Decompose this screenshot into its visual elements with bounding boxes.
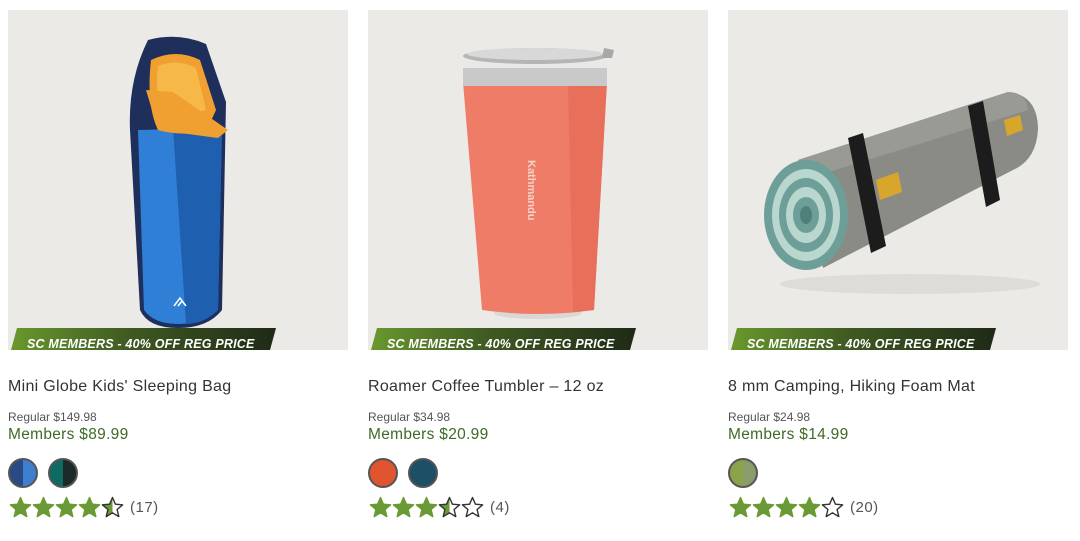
product-image[interactable]: Kathmandu SC MEMBERS - 40% OFF REG PRICE: [368, 10, 708, 350]
members-price: Members $20.99: [368, 426, 489, 443]
color-swatch-teal[interactable]: [48, 458, 79, 488]
svg-text:Kathmandu: Kathmandu: [525, 160, 537, 221]
color-swatch-orange[interactable]: [368, 458, 398, 488]
regular-price: Regular $34.98: [368, 410, 451, 424]
regular-price: Regular $149.98: [8, 410, 97, 424]
product-card[interactable]: SC MEMBERS - 40% OFF REG PRICE 8 mm Camp…: [728, 10, 1068, 540]
star-half-icon: [438, 496, 461, 517]
review-count: (17): [130, 498, 159, 516]
members-price: Members $89.99: [8, 426, 129, 443]
foam-mat-image: [764, 92, 1040, 294]
color-swatches: [368, 458, 444, 488]
product-title[interactable]: 8 mm Camping, Hiking Foam Mat: [728, 378, 975, 396]
members-discount-badge: SC MEMBERS - 40% OFF REG PRICE: [728, 328, 996, 350]
color-swatch-olive[interactable]: [728, 458, 758, 488]
review-count: (4): [490, 498, 510, 516]
star-rating[interactable]: (17): [9, 495, 159, 519]
product-title[interactable]: Roamer Coffee Tumbler – 12 oz: [368, 378, 604, 396]
coffee-tumbler-image: Kathmandu: [463, 48, 614, 319]
color-swatch-blue[interactable]: [8, 458, 38, 488]
star-full-icon: [392, 496, 415, 517]
star-full-icon: [775, 496, 798, 517]
star-rating[interactable]: (20): [729, 495, 879, 519]
star-half-icon: [101, 496, 124, 517]
sleeping-bag-image: [129, 36, 228, 329]
review-count: (20): [850, 498, 879, 516]
star-full-icon: [369, 496, 392, 517]
star-full-icon: [798, 496, 821, 517]
star-empty-icon: [821, 496, 844, 517]
color-swatch-navy[interactable]: [408, 458, 439, 488]
star-full-icon: [729, 496, 752, 517]
star-full-icon: [9, 496, 32, 517]
product-title[interactable]: Mini Globe Kids' Sleeping Bag: [8, 378, 231, 396]
members-discount-badge: SC MEMBERS - 40% OFF REG PRICE: [368, 328, 636, 350]
members-price: Members $14.99: [728, 426, 849, 443]
regular-price: Regular $24.98: [728, 410, 811, 424]
color-swatches: [8, 458, 84, 488]
product-card[interactable]: SC MEMBERS - 40% OFF REG PRICE Mini Glob…: [8, 10, 348, 540]
star-empty-icon: [461, 496, 484, 517]
product-image[interactable]: SC MEMBERS - 40% OFF REG PRICE: [8, 10, 348, 350]
product-image[interactable]: SC MEMBERS - 40% OFF REG PRICE: [728, 10, 1068, 350]
members-discount-badge: SC MEMBERS - 40% OFF REG PRICE: [8, 328, 276, 350]
star-rating[interactable]: (4): [369, 495, 510, 519]
star-full-icon: [32, 496, 55, 517]
star-full-icon: [415, 496, 438, 517]
star-full-icon: [55, 496, 78, 517]
star-full-icon: [752, 496, 775, 517]
star-full-icon: [78, 496, 101, 517]
color-swatches: [728, 458, 764, 488]
product-card[interactable]: Kathmandu SC MEMBERS - 40% OFF REG PRICE…: [368, 10, 708, 540]
